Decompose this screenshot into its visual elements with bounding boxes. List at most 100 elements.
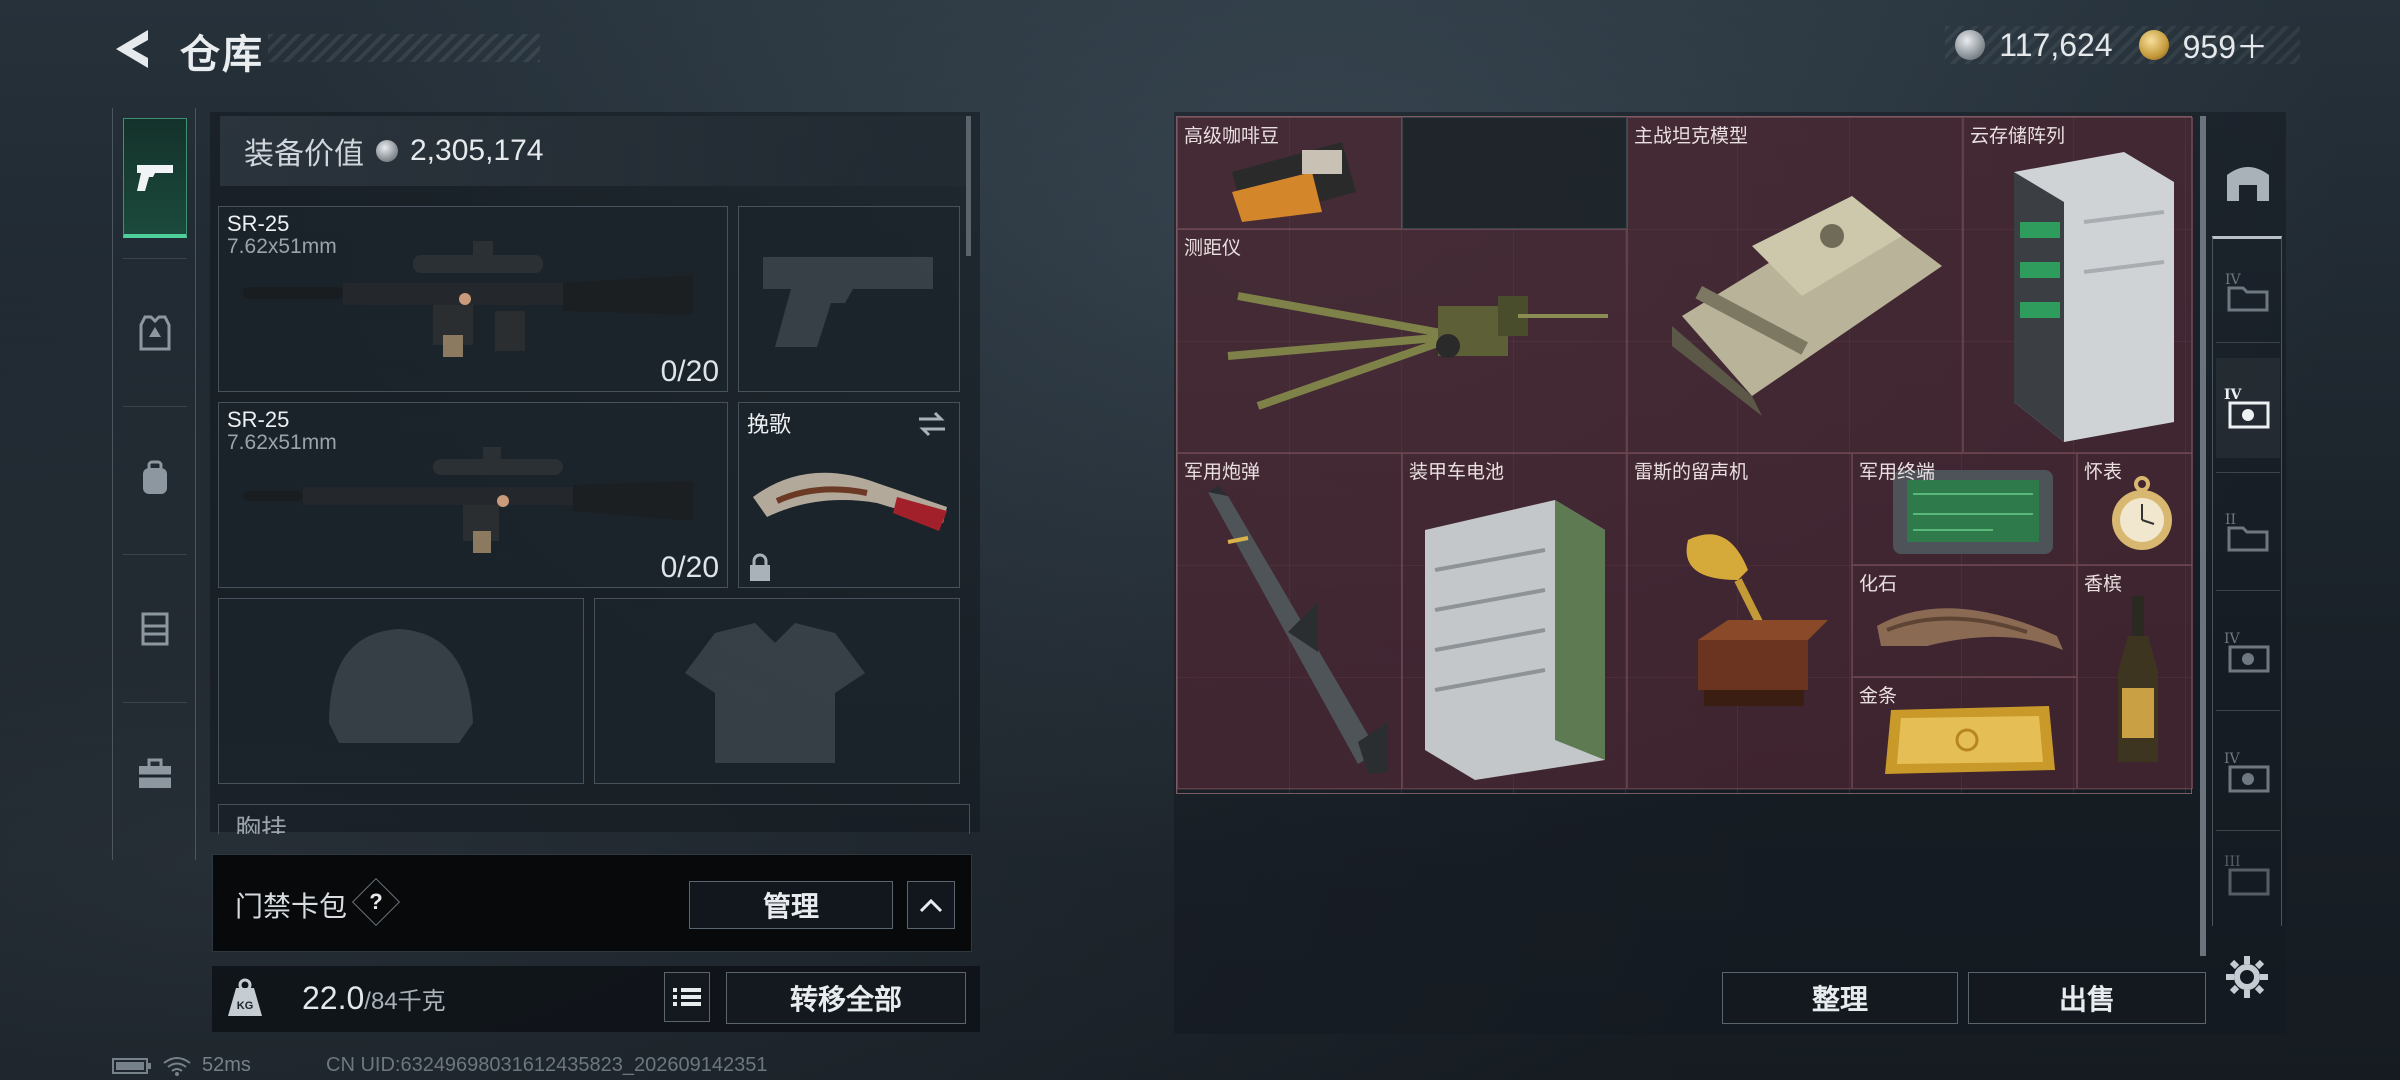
loadout-scrollbar[interactable] (966, 116, 971, 256)
melee-name: 挽歌 (747, 412, 792, 437)
battery-icon (112, 1057, 151, 1074)
svg-text:IV: IV (2224, 751, 2241, 767)
collection-tier4-icon: IV (2224, 631, 2270, 673)
equipment-category-rail (112, 108, 196, 860)
chest-rig-label: 胸挂 (235, 814, 288, 834)
battery-pack-icon (1425, 500, 1605, 780)
stash-item-cloud-storage[interactable]: 云存储阵列 (1963, 117, 2193, 453)
server-array-icon (2014, 152, 2174, 442)
stash-item-tank-model[interactable]: 主战坦克模型 (1627, 117, 1963, 453)
back-arrow-icon[interactable] (108, 24, 158, 74)
tab-stash-4d[interactable]: IV (2216, 722, 2280, 822)
warehouse-icon (2227, 167, 2269, 201)
stash-item-pocket-watch[interactable]: 怀表 (2077, 453, 2193, 565)
status-bar: 52ms (112, 1054, 251, 1077)
stash-item-military-terminal[interactable]: 军用终端 (1852, 453, 2077, 565)
loadout-panel: 装备价值 2,305,174 SR-25 7.62x51mm 0/20 SR-2… (210, 112, 980, 834)
svg-text:II: II (2225, 512, 2236, 528)
folder-tier4-icon: IV (2225, 272, 2269, 312)
tab-stash-4c[interactable]: IV (2216, 602, 2280, 702)
stash-item-fossil[interactable]: 化石 (1852, 565, 2077, 677)
body-armor-slot-empty[interactable] (594, 598, 960, 784)
stash-item-champagne[interactable]: 香槟 (2077, 565, 2193, 789)
svg-text:KG: KG (237, 1000, 254, 1012)
helmet-slot-empty[interactable] (218, 598, 584, 784)
weight-kg-icon: KG (228, 978, 262, 1016)
chevron-up-icon (919, 898, 943, 913)
pistol-silhouette-icon (763, 257, 933, 347)
body-armor-silhouette-icon (685, 623, 865, 763)
pistol-icon (137, 164, 173, 191)
fossil-claw-icon (1877, 608, 2063, 650)
gold-coin-icon (2138, 30, 2169, 60)
svg-text:IV: IV (2224, 387, 2243, 403)
rail-item-backpack[interactable] (123, 418, 187, 538)
keycard-wallet-label: 门禁卡包 (235, 891, 348, 922)
collection-tier4-icon: IV (2224, 387, 2270, 429)
svg-text:III: III (2224, 854, 2241, 870)
missile-icon (1208, 486, 1388, 774)
folder-tier2-icon: II (2225, 512, 2269, 552)
primary-weapon-slot-2[interactable]: SR-25 7.62x51mm 0/20 (218, 402, 728, 588)
stash-empty-slot[interactable] (1402, 117, 1627, 229)
kukri-knife-icon (753, 472, 947, 531)
ammo-count: 0/20 (660, 551, 719, 584)
stash-tabs: IV IV II IV IV III (2212, 112, 2284, 912)
silver-coin-icon (376, 140, 398, 162)
lock-icon (750, 553, 770, 581)
rail-item-chest-rig[interactable] (123, 568, 187, 688)
manage-button[interactable]: 管理 (689, 881, 893, 929)
player-uid: CN UID:6324969803161243582​3_20260914235… (326, 1054, 768, 1076)
equipment-value: 2,305,174 (410, 134, 544, 167)
tab-stash-4a[interactable]: IV (2216, 242, 2280, 342)
sniper-rifle-icon (243, 447, 693, 553)
tab-stash-2[interactable]: II (2216, 482, 2280, 582)
sidearm-slot-empty[interactable] (738, 206, 960, 392)
svg-text:IV: IV (2224, 631, 2241, 647)
rangefinder-tripod-icon (1227, 292, 1608, 410)
help-icon[interactable]: ? (351, 877, 401, 927)
chest-rig-icon (141, 612, 169, 646)
silver-balance: 117,624 (1999, 26, 2113, 63)
keycard-wallet-bar: 门禁卡包 ? 管理 (212, 854, 972, 952)
wifi-icon (163, 1056, 191, 1076)
tab-stash-4b-active[interactable]: IV (2216, 358, 2280, 458)
collection-tier3-icon: III (2224, 854, 2270, 896)
rail-item-toolbox[interactable] (123, 714, 187, 834)
gold-balance[interactable]: 959＋ (2183, 22, 2268, 68)
chest-rig-slot-header[interactable]: 胸挂 (218, 804, 970, 834)
collection-tier4-icon: IV (2224, 751, 2270, 793)
rail-item-weapons[interactable] (123, 118, 187, 238)
stash-item-gold-bar[interactable]: 金条 (1852, 677, 2077, 789)
list-icon (673, 988, 701, 1006)
backpack-icon (143, 460, 167, 494)
silver-coin-icon (1955, 30, 1986, 60)
stash-item-gramophone[interactable]: 雷斯的留声机 (1627, 453, 1852, 789)
swap-icon[interactable] (915, 411, 949, 437)
melee-weapon-slot[interactable]: 挽歌 (738, 402, 960, 588)
stash-item-rangefinder[interactable]: 测距仪 (1177, 229, 1627, 453)
svg-text:IV: IV (2225, 272, 2242, 288)
gold-bar-icon (1885, 706, 2055, 774)
weapon-name: SR-25 (227, 211, 290, 236)
gramophone-icon (1686, 534, 1828, 706)
transfer-all-button[interactable]: 转移全部 (726, 972, 966, 1024)
sort-button[interactable]: 整理 (1722, 972, 1958, 1024)
carry-weight: 22.0/84千克 (302, 980, 446, 1017)
list-view-button[interactable] (664, 972, 710, 1022)
tab-all-stash[interactable] (2216, 132, 2280, 232)
stash-item-coffee-beans[interactable]: 高级咖啡豆 (1177, 117, 1402, 229)
collapse-button[interactable] (907, 881, 955, 929)
primary-weapon-slot-1[interactable]: SR-25 7.62x51mm 0/20 (218, 206, 728, 392)
stash-item-military-shell[interactable]: 军用炮弹 (1177, 453, 1402, 789)
sell-button[interactable]: 出售 (1968, 972, 2206, 1024)
weapon-name: SR-25 (227, 407, 290, 432)
stash-item-armored-battery[interactable]: 装甲车电池 (1402, 453, 1627, 789)
current-weight: 22.0 (302, 980, 365, 1016)
gear-icon[interactable] (2224, 954, 2270, 1000)
tab-stash-3[interactable]: III (2216, 840, 2280, 910)
rail-item-armor[interactable] (123, 273, 187, 393)
page-title: 仓库 (180, 33, 264, 77)
equipment-value-bar: 装备价值 2,305,174 (220, 116, 968, 186)
stash-scrollbar[interactable] (2200, 116, 2206, 956)
